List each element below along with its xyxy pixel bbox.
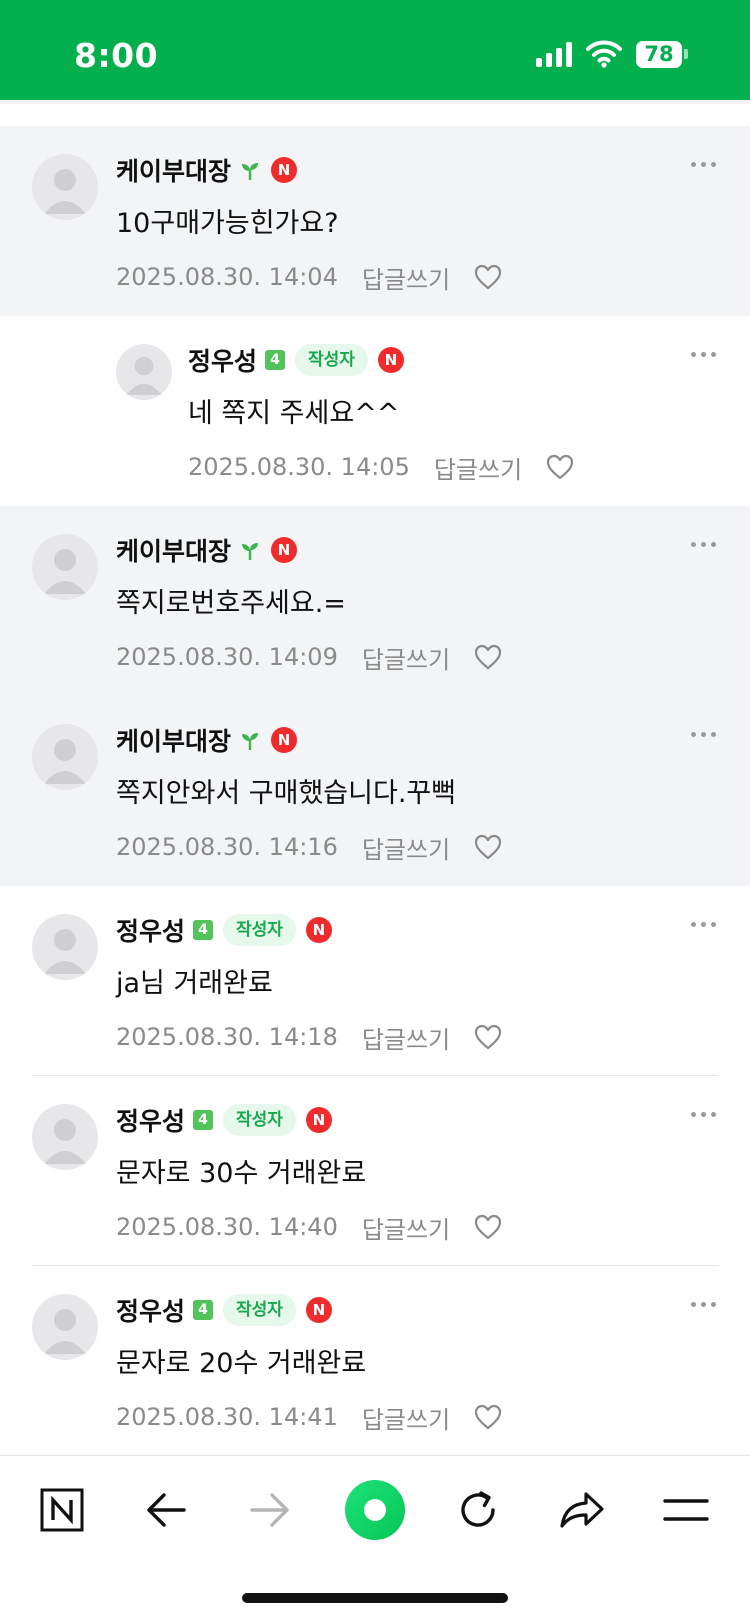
- comment-item: 정우성 4 작성자 N 문자로 30수 거래완료 2025.08.30. 14:…: [0, 1076, 750, 1266]
- avatar[interactable]: [32, 1294, 98, 1360]
- naver-home-icon[interactable]: [32, 1480, 92, 1540]
- comment-author[interactable]: 케이부대장: [116, 722, 231, 758]
- reply-button[interactable]: 답글쓰기: [434, 450, 522, 485]
- comment-group: 케이부대장 N 쪽지로번호주세요.= 2025.08.30. 14:09 답글쓰…: [0, 506, 750, 886]
- comment-item: 케이부대장 N 쪽지안와서 구매했습니다.꾸뻑 2025.08.30. 14:1…: [0, 696, 750, 886]
- more-options-icon[interactable]: [691, 542, 716, 547]
- comment-date: 2025.08.30. 14:41: [116, 1403, 338, 1431]
- comment-date: 2025.08.30. 14:05: [188, 453, 410, 481]
- battery-level: 78: [636, 40, 682, 68]
- refresh-icon[interactable]: [448, 1480, 508, 1540]
- comment-list: 케이부대장 N 10구매가능힌가요? 2025.08.30. 14:04 답글쓰…: [0, 126, 750, 1456]
- reply-button[interactable]: 답글쓰기: [362, 1210, 450, 1245]
- status-bar: 8:00 78: [0, 0, 750, 100]
- status-icons: 78: [536, 40, 688, 68]
- level-badge-icon: 4: [193, 1300, 214, 1320]
- share-icon[interactable]: [552, 1480, 612, 1540]
- more-options-icon[interactable]: [691, 1302, 716, 1307]
- comment-date: 2025.08.30. 14:04: [116, 263, 338, 291]
- comment-group: 케이부대장 N 10구매가능힌가요? 2025.08.30. 14:04 답글쓰…: [0, 126, 750, 316]
- comment-author[interactable]: 케이부대장: [116, 152, 231, 188]
- comment-item: 케이부대장 N 쪽지로번호주세요.= 2025.08.30. 14:09 답글쓰…: [0, 506, 750, 696]
- forward-arrow-icon[interactable]: [240, 1480, 300, 1540]
- author-badge: 작성자: [223, 1104, 296, 1136]
- reply-button[interactable]: 답글쓰기: [362, 640, 450, 675]
- comment-author[interactable]: 정우성: [116, 1292, 185, 1328]
- like-heart-icon[interactable]: [474, 644, 502, 670]
- like-heart-icon[interactable]: [546, 454, 574, 480]
- avatar[interactable]: [32, 1104, 98, 1170]
- comment-item: 케이부대장 N 10구매가능힌가요? 2025.08.30. 14:04 답글쓰…: [0, 126, 750, 316]
- comment-group: 정우성 4 작성자 N 네 쪽지 주세요^^ 2025.08.30. 14:05…: [0, 316, 750, 506]
- comment-item: 정우성 4 작성자 N ja님 거래완료 2025.08.30. 14:18 답…: [0, 886, 750, 1076]
- comment-author[interactable]: 정우성: [116, 912, 185, 948]
- n-badge-icon: N: [271, 727, 298, 753]
- comment-text: 쪽지로번호주세요.=: [116, 588, 346, 619]
- more-options-icon[interactable]: [691, 1112, 716, 1117]
- comment-text: 네 쪽지 주세요^^: [188, 398, 400, 429]
- avatar[interactable]: [116, 344, 172, 400]
- comment-text: 10구매가능힌가요?: [116, 208, 339, 239]
- reply-button[interactable]: 답글쓰기: [362, 1400, 450, 1435]
- level-badge-icon: 4: [193, 920, 214, 940]
- home-indicator: [242, 1593, 508, 1603]
- comment-date: 2025.08.30. 14:09: [116, 643, 338, 671]
- more-options-icon[interactable]: [691, 352, 716, 357]
- sprout-icon: [239, 159, 261, 181]
- avatar[interactable]: [32, 154, 98, 220]
- comment-author[interactable]: 정우성: [188, 342, 257, 378]
- author-badge: 작성자: [223, 914, 296, 946]
- n-badge-icon: N: [305, 1107, 332, 1133]
- status-time: 8:00: [74, 36, 159, 75]
- avatar[interactable]: [32, 724, 98, 790]
- level-badge-icon: 4: [265, 350, 286, 370]
- like-heart-icon[interactable]: [474, 264, 502, 290]
- comment-author[interactable]: 케이부대장: [116, 532, 231, 568]
- like-heart-icon[interactable]: [474, 1214, 502, 1240]
- menu-icon[interactable]: [656, 1480, 716, 1540]
- comment-date: 2025.08.30. 14:16: [116, 833, 338, 861]
- wifi-icon: [586, 40, 622, 68]
- n-badge-icon: N: [271, 157, 298, 183]
- author-badge: 작성자: [223, 1294, 296, 1326]
- battery-icon: 78: [636, 40, 688, 68]
- reply-button[interactable]: 답글쓰기: [362, 260, 450, 295]
- like-heart-icon[interactable]: [474, 1024, 502, 1050]
- comment-author[interactable]: 정우성: [116, 1102, 185, 1138]
- like-heart-icon[interactable]: [474, 834, 502, 860]
- reply-button[interactable]: 답글쓰기: [362, 1020, 450, 1055]
- header-divider: [0, 100, 750, 104]
- cellular-signal-icon: [536, 41, 572, 67]
- level-badge-icon: 4: [193, 1110, 214, 1130]
- comment-date: 2025.08.30. 14:18: [116, 1023, 338, 1051]
- comment-text: 문자로 30수 거래완료: [116, 1158, 367, 1189]
- sprout-icon: [239, 539, 261, 561]
- like-heart-icon[interactable]: [474, 1404, 502, 1430]
- comment-text: 쪽지안와서 구매했습니다.꾸뻑: [116, 778, 457, 809]
- more-options-icon[interactable]: [691, 732, 716, 737]
- n-badge-icon: N: [305, 1297, 332, 1323]
- author-badge: 작성자: [295, 344, 368, 376]
- comment-text: ja님 거래완료: [116, 968, 273, 999]
- comment-text: 문자로 20수 거래완료: [116, 1348, 367, 1379]
- reply-item: 정우성 4 작성자 N 네 쪽지 주세요^^ 2025.08.30. 14:05…: [0, 316, 750, 506]
- n-badge-icon: N: [377, 347, 404, 373]
- more-options-icon[interactable]: [691, 162, 716, 167]
- back-arrow-icon[interactable]: [136, 1480, 196, 1540]
- n-badge-icon: N: [271, 537, 298, 563]
- comment-group: 정우성 4 작성자 N ja님 거래완료 2025.08.30. 14:18 답…: [0, 886, 750, 1456]
- more-options-icon[interactable]: [691, 922, 716, 927]
- comment-item: 정우성 4 작성자 N 문자로 20수 거래완료 2025.08.30. 14:…: [0, 1266, 750, 1456]
- avatar[interactable]: [32, 914, 98, 980]
- n-badge-icon: N: [305, 917, 332, 943]
- green-dot-icon[interactable]: [343, 1478, 407, 1542]
- avatar[interactable]: [32, 534, 98, 600]
- comment-date: 2025.08.30. 14:40: [116, 1213, 338, 1241]
- reply-button[interactable]: 답글쓰기: [362, 830, 450, 865]
- sprout-icon: [239, 729, 261, 751]
